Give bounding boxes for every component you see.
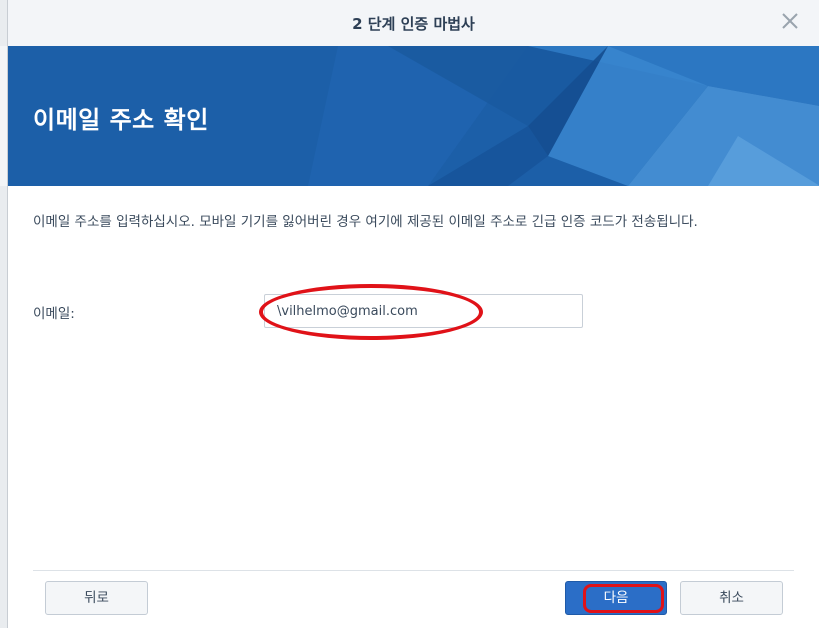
- two-step-auth-dialog: 2 단계 인증 마법사 이메일 주소 확인 이메일 주소를 입력하십시오. 모바…: [7, 0, 819, 628]
- next-button[interactable]: 다음: [565, 581, 667, 615]
- email-label: 이메일:: [33, 306, 75, 322]
- close-icon: [782, 13, 798, 29]
- email-field[interactable]: [264, 294, 583, 328]
- dialog-titlebar: 2 단계 인증 마법사: [8, 0, 819, 47]
- back-button[interactable]: 뒤로: [45, 581, 148, 615]
- description-text: 이메일 주소를 입력하십시오. 모바일 기기를 잃어버린 경우 여기에 제공된 …: [33, 214, 698, 230]
- dialog-title: 2 단계 인증 마법사: [352, 15, 475, 33]
- banner-heading: 이메일 주소 확인: [33, 106, 209, 134]
- footer-divider: [33, 570, 794, 571]
- close-button[interactable]: [779, 10, 801, 32]
- cancel-button[interactable]: 취소: [680, 581, 783, 615]
- header-banner: 이메일 주소 확인: [8, 46, 819, 186]
